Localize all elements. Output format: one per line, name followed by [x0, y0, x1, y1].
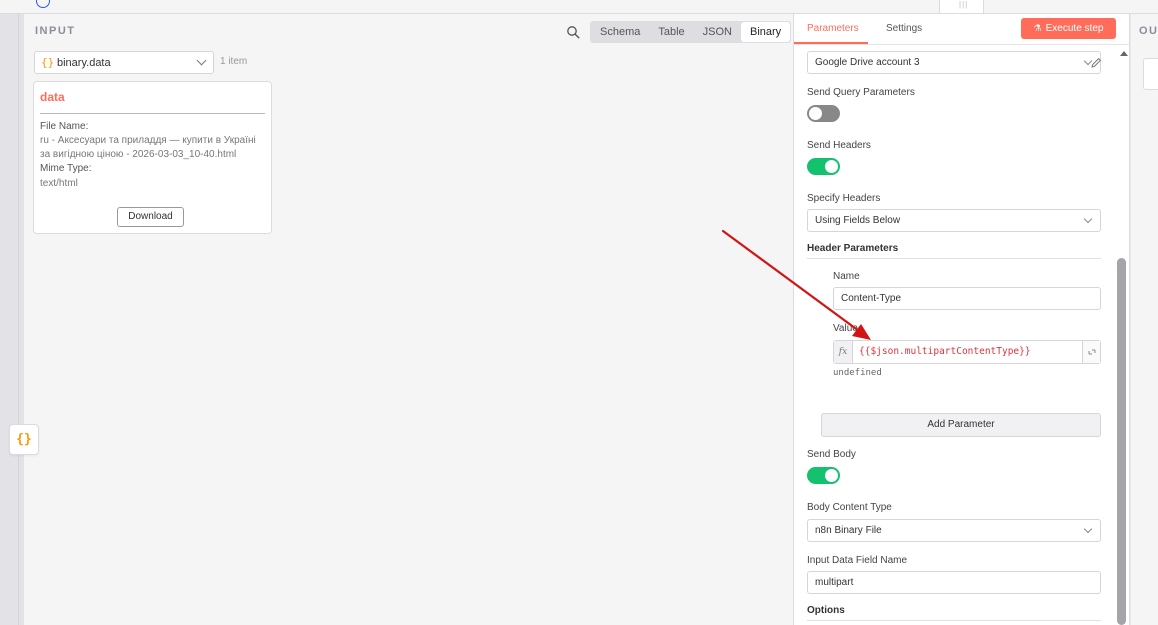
braces-icon: {}: [41, 56, 55, 69]
expression-result: undefined: [833, 368, 882, 378]
add-parameter-button[interactable]: Add Parameter: [821, 413, 1101, 437]
binary-data-card: data File Name: ru - Аксесуари та прилад…: [33, 81, 272, 234]
view-mode-tabs: Schema Table JSON Binary: [590, 21, 792, 43]
open-expression-editor-button[interactable]: [1082, 341, 1100, 363]
download-button[interactable]: Download: [117, 207, 184, 227]
output-panel-title: OUTPUT: [1139, 25, 1158, 37]
tab-parameters[interactable]: Parameters: [807, 23, 859, 34]
canvas-gutter: [0, 14, 24, 625]
header-parameters-label: Header Parameters: [807, 243, 899, 254]
specify-headers-value: Using Fields Below: [815, 215, 901, 226]
body-content-type-select[interactable]: n8n Binary File: [807, 519, 1101, 542]
send-headers-label: Send Headers: [807, 140, 871, 151]
json-braces-button[interactable]: {}: [9, 424, 39, 455]
binary-field-value: binary.data: [57, 57, 111, 69]
specify-headers-select[interactable]: Using Fields Below: [807, 209, 1101, 232]
send-query-label: Send Query Parameters: [807, 87, 915, 98]
execute-step-label: Execute step: [1045, 23, 1104, 34]
tab-json[interactable]: JSON: [694, 22, 741, 42]
globe-icon: [36, 0, 50, 8]
body-content-type-label: Body Content Type: [807, 502, 892, 513]
header-value-label: Value: [833, 323, 858, 334]
header-value-expression-input[interactable]: fx {{$json.multipartContentType}}: [833, 340, 1101, 364]
options-label: Options: [807, 605, 845, 616]
file-name-label: File Name:: [40, 121, 89, 132]
mime-type-value: text/html: [40, 178, 78, 189]
send-body-label: Send Body: [807, 449, 856, 460]
chevron-down-icon: [196, 55, 207, 66]
output-panel: OUTPUT: [1131, 14, 1158, 625]
search-icon[interactable]: [566, 25, 580, 39]
divider: [40, 113, 265, 114]
send-body-toggle[interactable]: [807, 467, 840, 484]
header-name-input[interactable]: Content-Type: [833, 287, 1101, 310]
input-panel-title: INPUT: [35, 25, 76, 37]
flask-icon: ⚗: [1033, 23, 1042, 33]
divider: [807, 258, 1101, 259]
header-name-value: Content-Type: [841, 293, 902, 304]
edit-pencil-icon[interactable]: [1089, 56, 1103, 70]
tab-binary[interactable]: Binary: [741, 22, 791, 42]
binary-property-name: data: [40, 90, 65, 104]
specify-headers-label: Specify Headers: [807, 193, 881, 204]
divider: [807, 620, 1101, 621]
input-panel: INPUT Schema Table JSON Binary {} binary…: [24, 14, 793, 625]
chevron-down-icon: [1083, 214, 1093, 224]
chevron-down-icon: [1083, 524, 1093, 534]
fx-icon: fx: [834, 341, 853, 363]
braces-icon: {}: [16, 432, 32, 447]
input-data-field-input[interactable]: multipart: [807, 571, 1101, 594]
scroll-up-arrow-icon[interactable]: [1120, 51, 1128, 56]
file-name-value: ru - Аксесуари та приладдя — купити в Ук…: [40, 135, 256, 160]
credential-select[interactable]: Google Drive account 3: [807, 51, 1101, 74]
item-count: 1 item: [220, 56, 248, 67]
node-settings-tabs: Parameters Settings ⚗ Execute step: [794, 14, 1130, 45]
active-tab-indicator: [794, 42, 868, 44]
mime-type-label: Mime Type:: [40, 163, 92, 174]
parameters-panel: Parameters Settings ⚗ Execute step Google…: [793, 14, 1130, 625]
input-data-field-label: Input Data Field Name: [807, 555, 908, 566]
panel-drag-handle[interactable]: |||: [939, 0, 984, 14]
execute-step-button[interactable]: ⚗ Execute step: [1021, 18, 1116, 39]
header-value-expression: {{$json.multipartContentType}}: [859, 346, 1031, 357]
binary-field-select[interactable]: {} binary.data: [34, 51, 214, 74]
expand-icon: [1088, 349, 1096, 355]
send-headers-toggle[interactable]: [807, 158, 840, 175]
scrollbar-thumb[interactable]: [1117, 258, 1126, 625]
body-content-type-value: n8n Binary File: [815, 525, 882, 536]
credential-value: Google Drive account 3: [815, 57, 920, 68]
header-name-label: Name: [833, 271, 860, 282]
output-placeholder: [1143, 58, 1158, 90]
send-query-toggle[interactable]: [807, 105, 840, 122]
tab-table[interactable]: Table: [649, 22, 693, 42]
input-data-field-value: multipart: [815, 577, 854, 588]
tab-settings[interactable]: Settings: [886, 23, 922, 34]
top-bar: |||: [0, 0, 1158, 14]
tab-schema[interactable]: Schema: [591, 22, 649, 42]
